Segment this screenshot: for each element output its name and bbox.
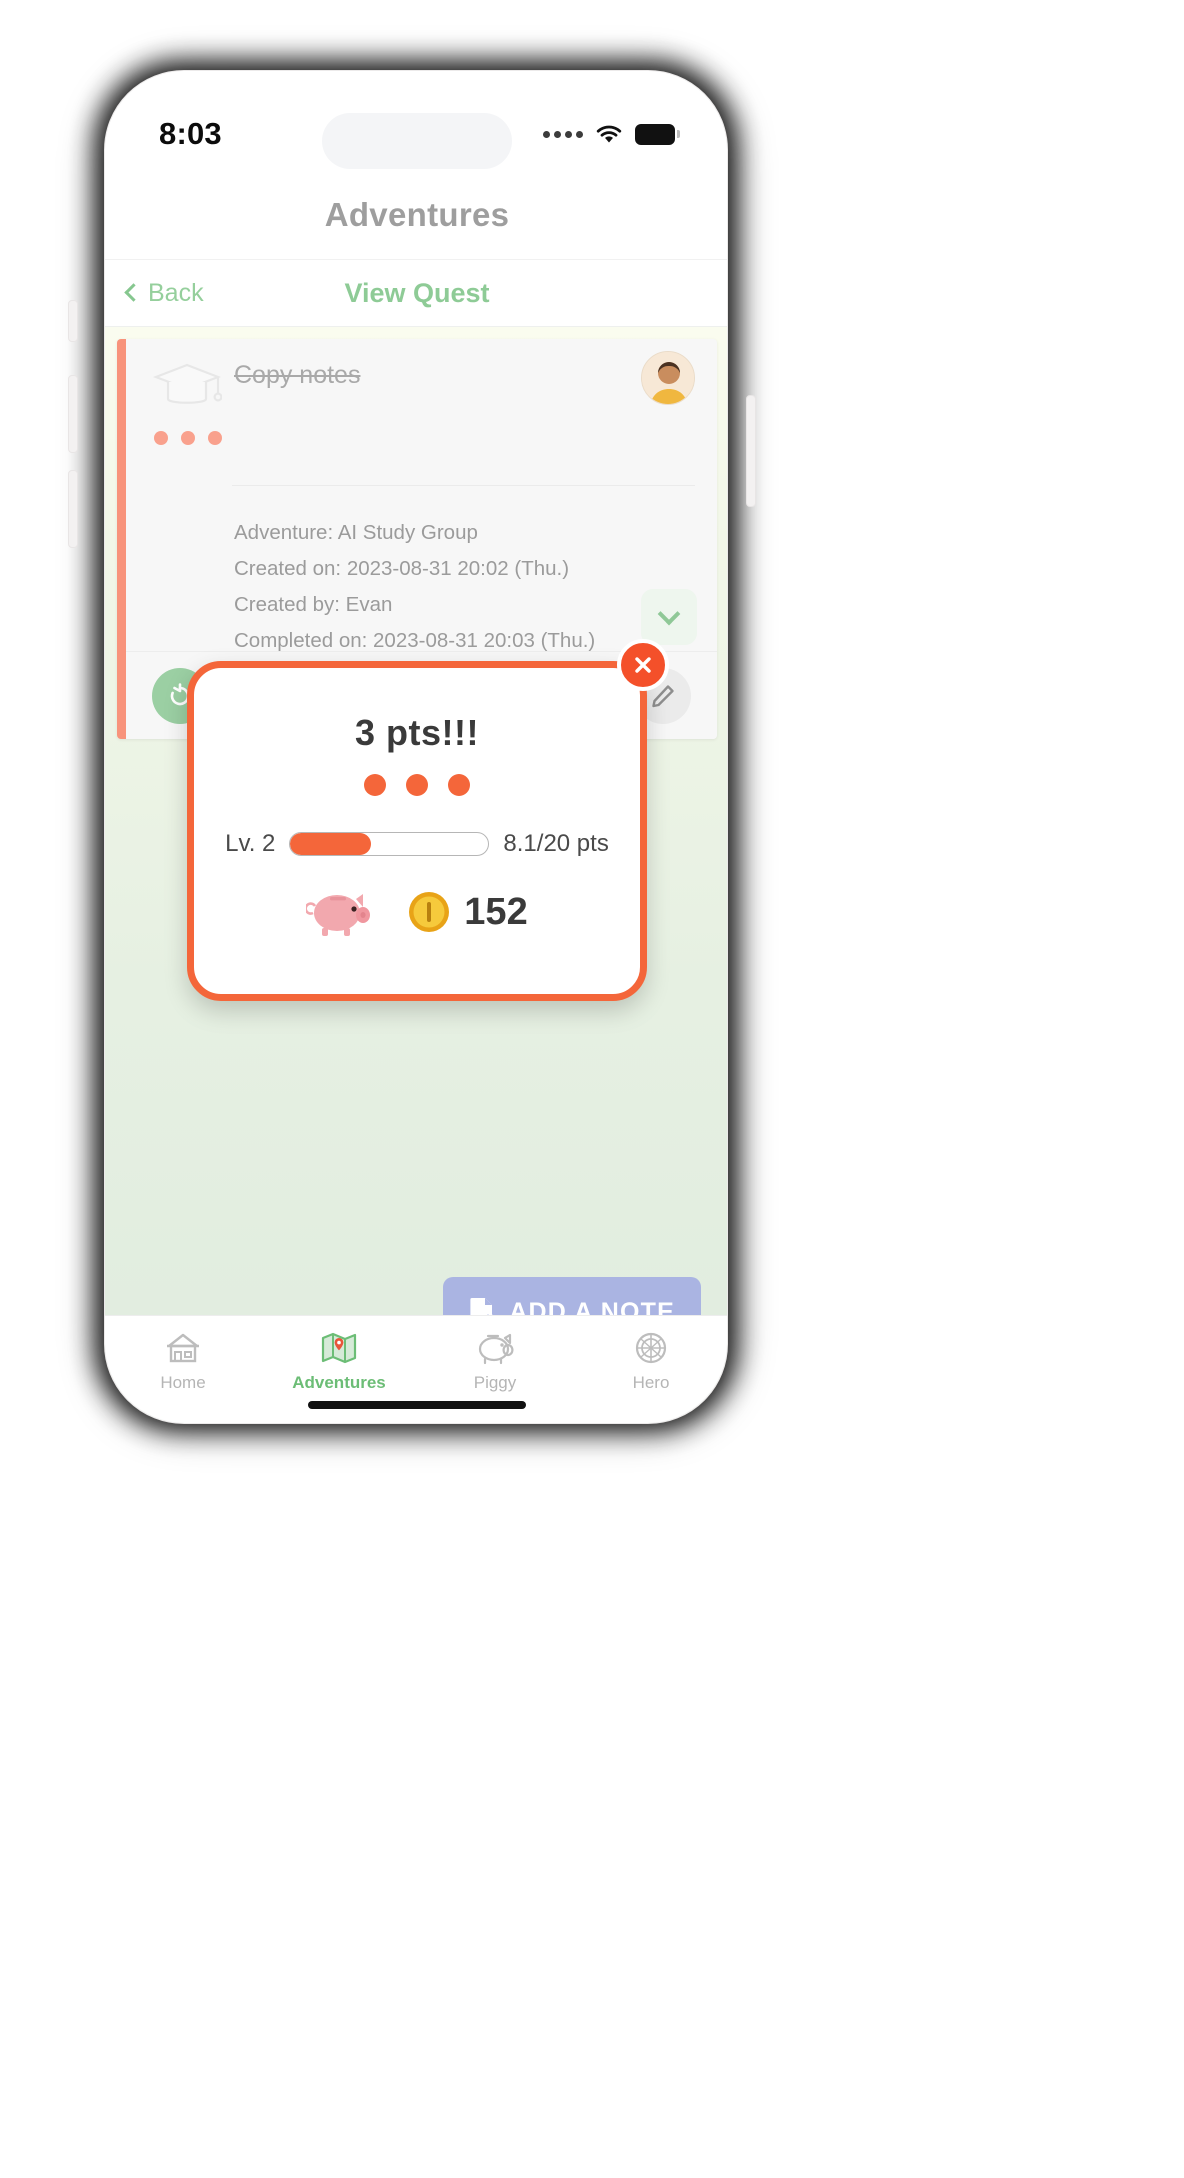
app-header: Adventures — [105, 171, 727, 259]
status-icons — [543, 123, 680, 145]
signal-dots-icon — [543, 130, 583, 138]
quest-meta-item: Created by: Evan — [234, 593, 393, 616]
dynamic-island — [322, 113, 512, 169]
quest-meta-item: Adventure: AI Study Group — [234, 521, 478, 544]
coin-amount: 152 — [464, 890, 528, 933]
piggy-bank-icon — [306, 894, 371, 936]
battery-icon — [635, 123, 680, 145]
expand-quest-button[interactable] — [641, 589, 697, 645]
level-progress-row: Lv. 2 8.1/20 pts — [194, 830, 640, 858]
power-button[interactable] — [746, 395, 756, 507]
tab-hero-label: Hero — [632, 1373, 670, 1392]
status-time: 8:03 — [159, 116, 222, 151]
points-label: 8.1/20 pts — [503, 830, 609, 857]
chevron-down-icon — [657, 602, 681, 626]
tab-home[interactable]: Home — [105, 1328, 261, 1393]
silent-switch[interactable] — [68, 300, 78, 342]
coin-group: 152 — [408, 890, 528, 934]
tab-adventures[interactable]: Adventures — [261, 1328, 417, 1393]
home-indicator[interactable] — [308, 1401, 526, 1409]
graduation-cap-icon — [152, 363, 222, 404]
tab-home-label: Home — [160, 1373, 206, 1392]
page-body: Copy notes Adventure: AI Study Group Cre… — [105, 327, 727, 1423]
tab-hero[interactable]: Hero — [573, 1328, 727, 1393]
piggy-icon — [478, 1333, 514, 1365]
reward-modal-panel: 3 pts!!! Lv. 2 8.1/20 pts 152 — [187, 661, 647, 1001]
chevron-left-icon — [124, 282, 143, 302]
reward-title: 3 pts!!! — [355, 712, 479, 753]
reward-modal: 3 pts!!! Lv. 2 8.1/20 pts 152 — [187, 639, 669, 1001]
quest-meta-item: Created on: 2023-08-31 20:02 (Thu.) — [234, 557, 570, 580]
quest-title: Copy notes — [234, 361, 361, 389]
phone-frame: 8:03 Adventures Back View Quest Copy not… — [104, 70, 728, 1424]
level-label: Lv. 2 — [225, 830, 276, 857]
back-button-label: Back — [148, 278, 204, 307]
status-bar: 8:03 — [105, 71, 727, 171]
phone-screen: 8:03 Adventures Back View Quest Copy not… — [105, 71, 727, 1423]
nav-bar: Back View Quest — [105, 259, 727, 327]
divider — [232, 485, 695, 486]
hero-icon — [635, 1332, 667, 1364]
level-progress-fill — [290, 833, 371, 855]
close-icon — [635, 657, 651, 673]
close-modal-button[interactable] — [617, 639, 669, 691]
avatar[interactable] — [641, 351, 695, 405]
volume-down-button[interactable] — [68, 470, 78, 548]
quest-card-header: Copy notes — [126, 339, 717, 489]
screen-title: View Quest — [344, 277, 490, 308]
tab-piggy[interactable]: Piggy — [417, 1328, 573, 1393]
map-icon — [321, 1332, 357, 1364]
coin-icon — [409, 892, 450, 932]
volume-up-button[interactable] — [68, 375, 78, 453]
currency-row: 152 — [194, 886, 640, 938]
user-avatar-icon — [642, 352, 694, 404]
quest-meta-item: Completed on: 2023-08-31 20:03 (Thu.) — [234, 629, 596, 652]
quest-priority-dots — [154, 431, 222, 445]
tab-adventures-label: Adventures — [292, 1373, 386, 1392]
page-title: Adventures — [324, 196, 510, 233]
level-progress-bar — [289, 832, 490, 856]
screenshot-stage: 8:03 Adventures Back View Quest Copy not… — [0, 0, 1184, 2178]
back-button[interactable]: Back — [124, 278, 204, 308]
reward-dots — [194, 774, 640, 796]
wifi-icon — [596, 125, 622, 143]
home-icon — [167, 1333, 199, 1363]
tab-piggy-label: Piggy — [473, 1373, 517, 1392]
